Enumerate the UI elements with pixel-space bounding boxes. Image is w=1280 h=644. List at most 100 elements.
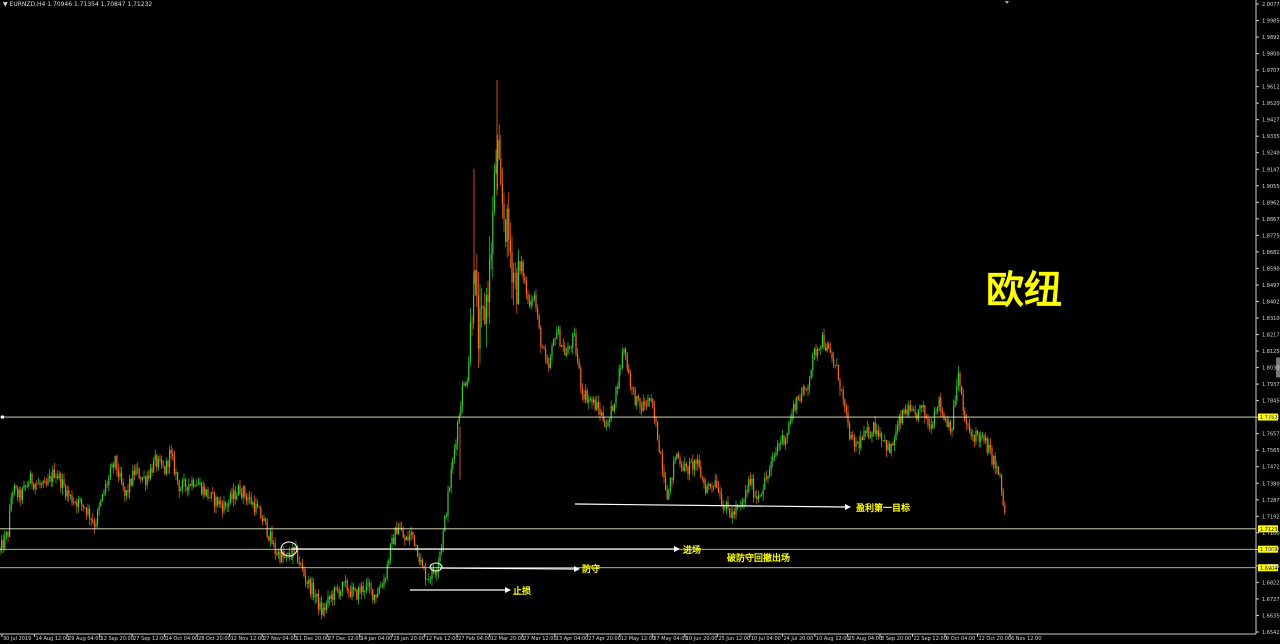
candle-body xyxy=(585,390,587,400)
candle-body xyxy=(541,346,543,349)
time-tick-label: 11 Dec 20:00 xyxy=(296,636,330,642)
candle-body xyxy=(769,469,771,476)
candle-body xyxy=(244,486,246,496)
chart-shift-marker-icon[interactable] xyxy=(1005,1,1009,4)
candle-body xyxy=(575,333,577,354)
candle-body xyxy=(961,386,963,395)
time-tick-label: 29 Aug 04:00 xyxy=(68,636,102,642)
candle-body xyxy=(213,492,215,507)
candle-body xyxy=(826,343,828,351)
candle-body xyxy=(671,477,673,480)
candle-body xyxy=(908,405,910,416)
candle-body xyxy=(554,338,556,340)
candle-body xyxy=(503,204,505,220)
candle-body xyxy=(361,585,363,593)
candle-body xyxy=(577,353,579,361)
candle-body xyxy=(674,458,676,462)
candle-body xyxy=(844,399,846,408)
candle-body xyxy=(682,467,684,471)
candle-body xyxy=(796,396,798,410)
candle-body xyxy=(972,435,974,436)
price-tick-label: 1.66350 xyxy=(1262,613,1280,619)
candle-body xyxy=(37,483,39,484)
candle-body xyxy=(556,332,558,339)
time-scale[interactable]: 30 Jul 2019 14 Aug 12:0029 Aug 04:0012 Se… xyxy=(1,634,1042,642)
candle-body xyxy=(196,484,198,486)
price-tick-label: 1.92400 xyxy=(1262,151,1280,157)
candle-body xyxy=(449,487,451,492)
candle-body xyxy=(362,585,364,592)
candle-body xyxy=(493,173,495,211)
candle-body xyxy=(708,484,710,487)
candle-body xyxy=(465,383,467,386)
candle-body xyxy=(269,531,271,541)
price-scale[interactable]: 2.00775 1.99850 1.98925 1.98000 1.97075 1.961… xyxy=(1256,2,1280,636)
candle-body xyxy=(679,457,681,465)
candle-body xyxy=(829,348,831,353)
candle-body xyxy=(741,502,743,505)
candle-body xyxy=(687,465,689,475)
candle-body xyxy=(626,353,628,369)
candle-body xyxy=(633,388,635,391)
candle-body xyxy=(786,433,788,439)
candle-body xyxy=(313,582,315,598)
candle-body xyxy=(309,579,311,594)
candle-body xyxy=(447,491,449,516)
time-tick-label: 6 Nov 12:00 xyxy=(1011,636,1042,642)
time-tick-label: 27 May 04:00 xyxy=(653,636,687,642)
candle-body xyxy=(34,483,36,489)
candle-body xyxy=(473,294,475,324)
candle-body xyxy=(404,537,406,541)
candle-body xyxy=(337,588,339,591)
candle-body xyxy=(45,482,47,485)
candle-body xyxy=(823,334,825,348)
candle-body xyxy=(93,522,95,527)
candle-body xyxy=(63,479,65,486)
candle-body xyxy=(1002,490,1004,506)
candle-body xyxy=(945,419,947,421)
candle-body xyxy=(42,481,44,485)
candle-body xyxy=(225,502,227,506)
candle-body xyxy=(85,507,87,515)
candle-body xyxy=(873,422,875,433)
entry-arrow xyxy=(291,546,680,552)
candle-body xyxy=(417,545,419,557)
candle-body xyxy=(609,418,611,422)
candle-body xyxy=(765,477,767,479)
candle-body xyxy=(426,579,428,581)
candle-body xyxy=(522,261,524,278)
candle-body xyxy=(148,475,150,479)
candle-body xyxy=(231,493,233,500)
candle-body xyxy=(701,477,703,479)
candle-body xyxy=(322,607,324,615)
candle-body xyxy=(284,557,286,558)
candle-body xyxy=(436,571,438,575)
candle-body xyxy=(445,515,447,517)
price-chart[interactable]: 1.775251.712321.700851.69040 2.00775 1.99… xyxy=(0,0,1280,644)
candle-body xyxy=(865,431,867,433)
candle-body xyxy=(10,497,12,510)
candle-body xyxy=(540,327,542,347)
candle-body xyxy=(927,418,929,426)
candle-body xyxy=(893,439,895,446)
candle-body xyxy=(890,443,892,454)
level-anchor[interactable] xyxy=(1,415,4,419)
candle-body xyxy=(924,405,926,417)
candle-body xyxy=(847,412,849,424)
candle-body xyxy=(917,409,919,420)
candle-body xyxy=(209,497,211,499)
candle-body xyxy=(861,437,863,441)
price-tick-label: 1.90550 xyxy=(1262,184,1280,190)
candle-body xyxy=(124,487,126,496)
candle-body xyxy=(834,364,836,366)
candle-body xyxy=(303,568,305,576)
candle-body xyxy=(956,385,958,401)
candle-body xyxy=(300,563,302,565)
candle-body xyxy=(188,484,190,491)
candle-body xyxy=(778,444,780,445)
candle-body xyxy=(377,593,379,598)
candle-body xyxy=(167,460,169,468)
candle-body xyxy=(47,478,49,485)
candle-body xyxy=(572,333,574,348)
candle-body xyxy=(858,441,860,449)
